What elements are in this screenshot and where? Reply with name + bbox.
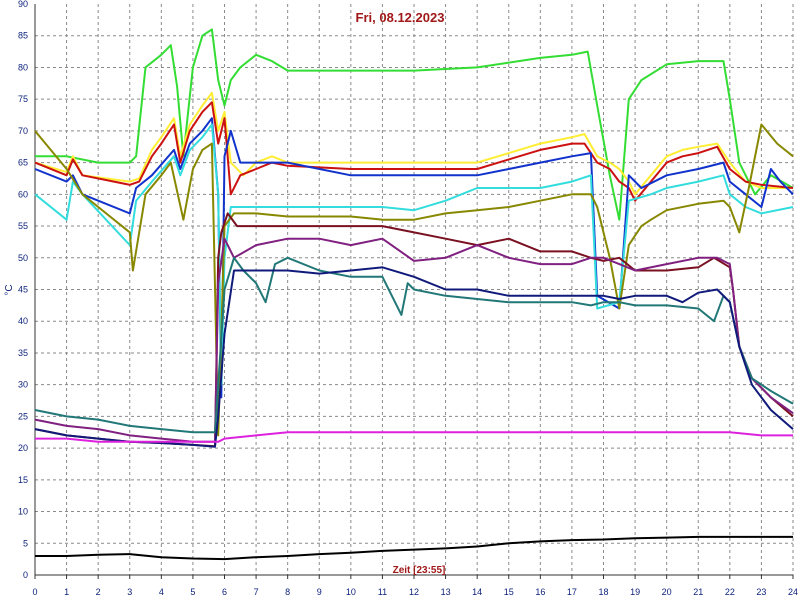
x-tick-label: 0 xyxy=(32,587,37,597)
x-tick-label: 19 xyxy=(630,587,640,597)
y-tick-label: 20 xyxy=(18,443,28,453)
x-tick-label: 22 xyxy=(725,587,735,597)
x-tick-label: 20 xyxy=(662,587,672,597)
y-tick-label: 70 xyxy=(18,126,28,136)
y-tick-label: 90 xyxy=(18,0,28,9)
x-tick-label: 1 xyxy=(64,587,69,597)
x-tick-label: 10 xyxy=(346,587,356,597)
chart-title: Fri, 08.12.2023 xyxy=(356,10,445,25)
y-tick-label: 15 xyxy=(18,475,28,485)
x-tick-label: 5 xyxy=(190,587,195,597)
y-tick-label: 5 xyxy=(23,538,28,548)
y-tick-label: 35 xyxy=(18,348,28,358)
temperature-chart: 051015202530354045505560657075808590 012… xyxy=(0,0,800,600)
y-tick-label: 80 xyxy=(18,62,28,72)
x-tick-label: 23 xyxy=(756,587,766,597)
y-tick-label: 50 xyxy=(18,253,28,263)
x-tick-label: 12 xyxy=(409,587,419,597)
y-tick-label: 65 xyxy=(18,158,28,168)
y-tick-label: 25 xyxy=(18,411,28,421)
y-axis-label: °C xyxy=(4,284,15,295)
x-tick-label: 21 xyxy=(693,587,703,597)
x-tick-label: 3 xyxy=(127,587,132,597)
y-tick-label: 45 xyxy=(18,285,28,295)
y-tick-label: 85 xyxy=(18,31,28,41)
y-tick-label: 10 xyxy=(18,507,28,517)
x-tick-label: 24 xyxy=(788,587,798,597)
x-tick-label: 2 xyxy=(96,587,101,597)
y-tick-label: 0 xyxy=(23,570,28,580)
x-tick-label: 14 xyxy=(472,587,482,597)
x-tick-label: 18 xyxy=(598,587,608,597)
x-axis-label: Zeit [23:55] xyxy=(393,565,446,576)
y-tick-label: 40 xyxy=(18,316,28,326)
y-tick-label: 30 xyxy=(18,380,28,390)
x-tick-label: 9 xyxy=(317,587,322,597)
x-tick-label: 17 xyxy=(567,587,577,597)
chart-background xyxy=(0,0,800,600)
x-tick-label: 4 xyxy=(159,587,164,597)
x-tick-label: 6 xyxy=(222,587,227,597)
x-tick-label: 13 xyxy=(441,587,451,597)
y-tick-label: 55 xyxy=(18,221,28,231)
x-tick-label: 7 xyxy=(254,587,259,597)
x-tick-label: 15 xyxy=(504,587,514,597)
x-tick-label: 8 xyxy=(285,587,290,597)
y-tick-label: 60 xyxy=(18,189,28,199)
x-tick-label: 16 xyxy=(535,587,545,597)
y-tick-label: 75 xyxy=(18,94,28,104)
x-tick-label: 11 xyxy=(378,587,387,597)
